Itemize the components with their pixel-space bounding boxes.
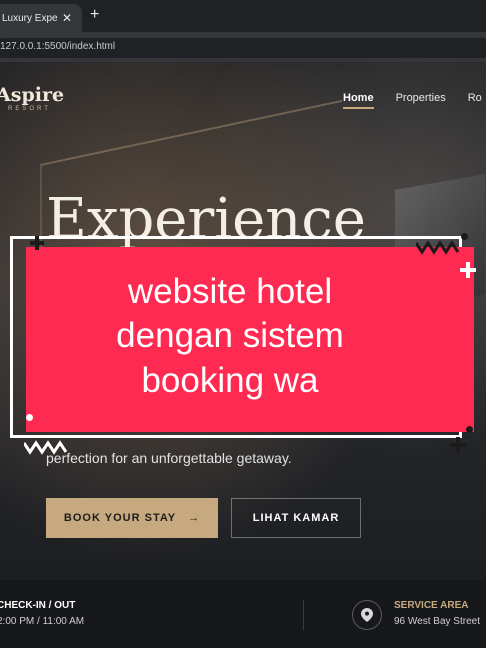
dot-decoration [461,233,468,240]
book-your-stay-button[interactable]: BOOK YOUR STAY → [46,498,218,538]
plus-decoration-icon [30,236,44,250]
address-bar: 127.0.0.1:5500/index.html [0,32,486,62]
overlay-line-3: booking wa [141,360,319,400]
main-nav: Home Properties Ro [343,92,482,109]
tab-title: Luxury Experienc [2,12,58,24]
nav-rooms[interactable]: Ro [468,92,482,109]
hero-subtext: perfection for an unforgettable getaway. [46,450,292,466]
url-field[interactable]: 127.0.0.1:5500/index.html [0,38,486,58]
service-area-title: SERVICE AREA [394,600,469,611]
checkin-title: CHECK-IN / OUT [0,600,76,611]
overlay-line-2: dengan sistem [116,316,344,356]
zigzag-decoration-top [416,240,460,255]
nav-properties[interactable]: Properties [396,92,446,109]
info-divider [303,600,304,630]
overlay-text: website hotel dengan sistem booking wa [26,270,434,403]
dot-decoration [26,414,33,421]
map-pin-icon [352,600,382,630]
arrow-right-icon: → [188,512,201,524]
brand-logo[interactable]: Aspire RESORT [0,84,64,112]
service-area-value: 96 West Bay Street [394,616,480,627]
close-icon[interactable]: ✕ [62,11,72,25]
info-bar: CHECK-IN / OUT 2:00 PM / 11:00 AM SERVIC… [0,580,486,648]
book-your-stay-label: BOOK YOUR STAY [63,512,176,524]
zigzag-decoration-bottom [24,440,68,455]
new-tab-button[interactable]: + [90,6,99,24]
nav-home[interactable]: Home [343,92,374,109]
checkin-value: 2:00 PM / 11:00 AM [0,616,85,627]
brand-name: Aspire [0,84,65,106]
dot-decoration [466,426,473,433]
lihat-kamar-button[interactable]: LIHAT KAMAR [231,498,361,538]
overlay-line-1: website hotel [127,272,333,311]
plus-decoration-icon [450,437,466,453]
plus-decoration-icon [460,262,476,278]
browser-tabbar: Luxury Experienc ✕ + [0,0,486,32]
brand-subtitle: RESORT [8,106,51,112]
browser-tab[interactable]: Luxury Experienc ✕ [0,4,82,32]
url-text: 127.0.0.1:5500/index.html [0,41,116,52]
